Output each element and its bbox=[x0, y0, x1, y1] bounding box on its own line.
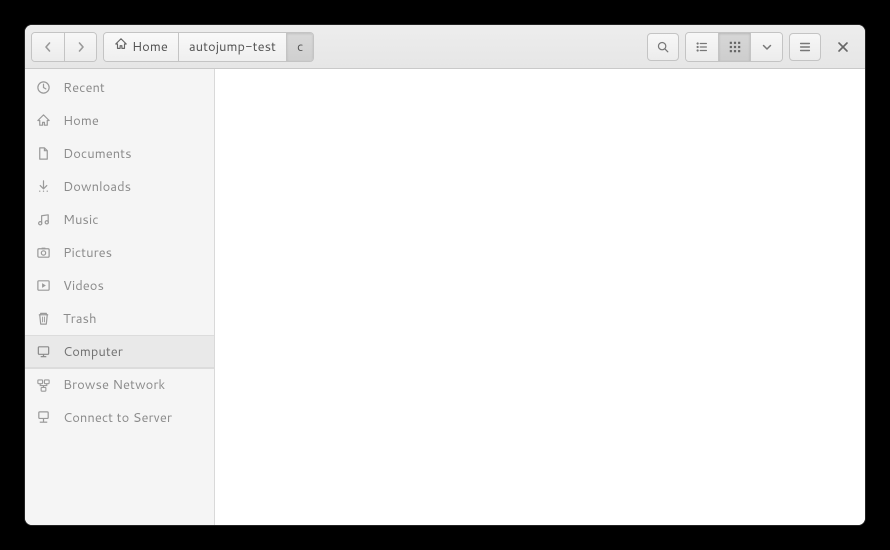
sidebar-item-downloads[interactable]: Downloads bbox=[25, 170, 214, 203]
nav-buttons bbox=[31, 32, 97, 62]
forward-button[interactable] bbox=[64, 33, 96, 61]
sidebar-item-label: Downloads bbox=[63, 178, 131, 196]
computer-icon bbox=[35, 344, 51, 360]
sidebar-item-videos[interactable]: Videos bbox=[25, 269, 214, 302]
documents-icon bbox=[35, 146, 51, 162]
headerbar: Home autojump-test c bbox=[25, 25, 865, 69]
back-button[interactable] bbox=[32, 33, 64, 61]
sidebar-item-recent[interactable]: Recent bbox=[25, 71, 214, 104]
breadcrumb: Home autojump-test c bbox=[103, 32, 314, 62]
places-sidebar: Recent Home Documents Downloads bbox=[25, 69, 215, 525]
sidebar-item-browse-network[interactable]: Browse Network bbox=[25, 368, 214, 401]
sidebar-item-label: Documents bbox=[63, 145, 132, 163]
sidebar-item-label: Home bbox=[63, 112, 99, 130]
sidebar-item-label: Connect to Server bbox=[63, 409, 172, 427]
hamburger-menu-button[interactable] bbox=[789, 33, 821, 61]
body: Recent Home Documents Downloads bbox=[25, 69, 865, 525]
home-icon bbox=[35, 113, 51, 129]
sidebar-item-label: Recent bbox=[63, 79, 105, 97]
sidebar-item-computer[interactable]: Computer bbox=[25, 335, 214, 368]
sidebar-item-connect-to-server[interactable]: Connect to Server bbox=[25, 401, 214, 434]
sidebar-item-label: Trash bbox=[63, 310, 97, 328]
server-icon bbox=[35, 410, 51, 426]
sidebar-item-label: Videos bbox=[63, 277, 104, 295]
network-icon bbox=[35, 377, 51, 393]
chevron-down-icon bbox=[762, 42, 772, 52]
view-mode-group bbox=[685, 32, 783, 62]
close-button[interactable] bbox=[827, 33, 859, 61]
grid-view-icon bbox=[728, 40, 742, 54]
sidebar-item-trash[interactable]: Trash bbox=[25, 302, 214, 335]
trash-icon bbox=[35, 311, 51, 327]
sidebar-item-documents[interactable]: Documents bbox=[25, 137, 214, 170]
sidebar-item-label: Computer bbox=[63, 343, 123, 361]
breadcrumb-segment-current[interactable]: c bbox=[286, 33, 313, 61]
breadcrumb-home-label: Home bbox=[132, 38, 168, 56]
chevron-left-icon bbox=[43, 42, 53, 52]
sidebar-item-home[interactable]: Home bbox=[25, 104, 214, 137]
breadcrumb-segment-label: autojump-test bbox=[189, 38, 276, 56]
sidebar-item-music[interactable]: Music bbox=[25, 203, 214, 236]
sidebar-item-label: Music bbox=[63, 211, 99, 229]
pictures-icon bbox=[35, 245, 51, 261]
downloads-icon bbox=[35, 179, 51, 195]
music-icon bbox=[35, 212, 51, 228]
search-icon bbox=[656, 40, 670, 54]
close-icon bbox=[837, 41, 849, 53]
breadcrumb-home[interactable]: Home bbox=[104, 33, 178, 61]
chevron-right-icon bbox=[76, 42, 86, 52]
list-view-button[interactable] bbox=[686, 33, 718, 61]
breadcrumb-segment[interactable]: autojump-test bbox=[178, 33, 286, 61]
folder-content-area[interactable] bbox=[215, 69, 865, 525]
sidebar-item-label: Pictures bbox=[63, 244, 112, 262]
clock-icon bbox=[35, 80, 51, 96]
breadcrumb-segment-label: c bbox=[297, 38, 303, 56]
file-manager-window: Home autojump-test c bbox=[25, 25, 865, 525]
toolbar-right bbox=[647, 32, 859, 62]
grid-view-button[interactable] bbox=[718, 33, 750, 61]
search-button[interactable] bbox=[647, 33, 679, 61]
sidebar-item-pictures[interactable]: Pictures bbox=[25, 236, 214, 269]
list-view-icon bbox=[695, 40, 709, 54]
videos-icon bbox=[35, 278, 51, 294]
home-icon bbox=[114, 37, 128, 56]
sidebar-item-label: Browse Network bbox=[63, 376, 165, 394]
hamburger-icon bbox=[798, 40, 812, 54]
view-options-dropdown[interactable] bbox=[750, 33, 782, 61]
